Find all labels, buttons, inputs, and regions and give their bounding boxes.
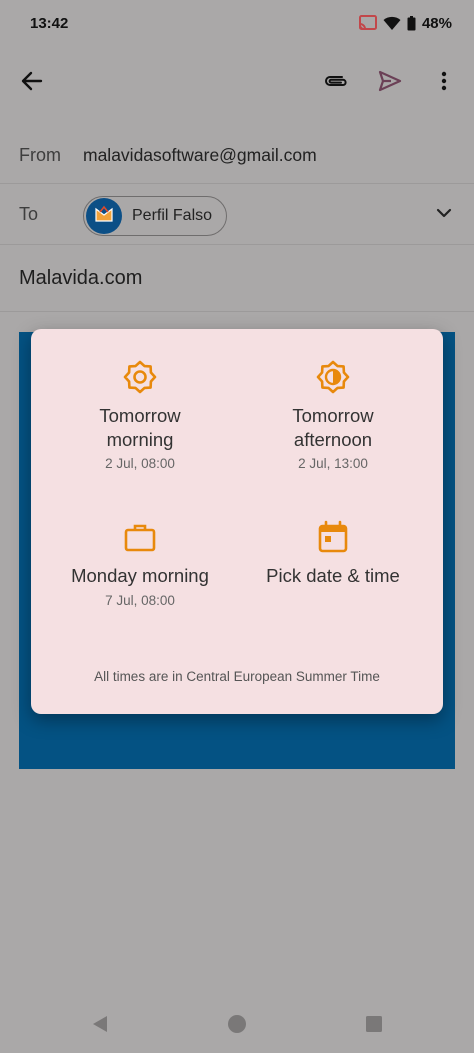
- more-vert-icon: [441, 71, 447, 96]
- compose-toolbar: [0, 56, 474, 110]
- send-button[interactable]: [368, 56, 412, 110]
- wifi-icon: [383, 16, 401, 31]
- status-icons: 48%: [358, 14, 452, 32]
- timezone-note: All times are in Central European Summer…: [94, 669, 380, 684]
- option-title: Pick date & time: [266, 565, 400, 586]
- briefcase-icon: [120, 517, 160, 557]
- back-button[interactable]: [10, 56, 54, 110]
- calendar-icon: [313, 517, 353, 557]
- to-label: To: [19, 204, 39, 224]
- battery-icon: [407, 15, 416, 31]
- avatar: [86, 198, 122, 234]
- option-title: Tomorrow afternoon: [292, 405, 374, 450]
- subject-field[interactable]: Malavida.com: [19, 267, 142, 290]
- option-tomorrow-afternoon[interactable]: Tomorrow afternoon 2 Jul, 13:00: [230, 357, 436, 471]
- triangle-back-icon: [91, 1015, 109, 1038]
- sun-icon: [120, 357, 160, 397]
- square-recents-icon: [365, 1015, 383, 1038]
- option-datetime: 7 Jul, 08:00: [105, 592, 175, 608]
- battery-percent: 48%: [421, 14, 452, 32]
- nav-recents-button[interactable]: [354, 1008, 394, 1044]
- from-field[interactable]: malavidasoftware@gmail.com: [83, 145, 317, 166]
- option-title: Monday morning: [71, 565, 209, 586]
- option-datetime: 2 Jul, 13:00: [298, 456, 368, 471]
- recipient-chip[interactable]: Perfil Falso: [83, 196, 227, 236]
- chevron-down-icon[interactable]: [436, 205, 452, 223]
- cast-icon: [358, 15, 377, 31]
- status-bar: 13:42 48%: [0, 0, 474, 46]
- half-sun-icon: [313, 357, 353, 397]
- option-tomorrow-morning[interactable]: Tomorrow morning 2 Jul, 08:00: [37, 357, 243, 471]
- option-monday-morning[interactable]: Monday morning 7 Jul, 08:00: [37, 517, 243, 608]
- nav-home-button[interactable]: [217, 1008, 257, 1044]
- from-label: From: [19, 145, 61, 165]
- send-icon: [378, 70, 402, 97]
- nav-back-button[interactable]: [80, 1008, 120, 1044]
- option-title: Tomorrow morning: [99, 405, 181, 450]
- status-time: 13:42: [30, 14, 69, 32]
- arrow-back-icon: [21, 70, 43, 97]
- paperclip-icon: [323, 73, 349, 94]
- to-row: To Perfil Falso: [0, 185, 474, 245]
- option-pick-date-time[interactable]: Pick date & time: [230, 517, 436, 588]
- attach-button[interactable]: [314, 56, 358, 110]
- subject-row: Malavida.com: [0, 246, 474, 312]
- malavida-logo-icon: [93, 203, 115, 230]
- from-row: From malavidasoftware@gmail.com: [0, 128, 474, 184]
- schedule-send-dialog: Tomorrow morning 2 Jul, 08:00 Tomorrow a…: [31, 329, 443, 714]
- system-nav-bar: [0, 1000, 474, 1053]
- option-datetime: 2 Jul, 08:00: [105, 456, 175, 471]
- recipient-name: Perfil Falso: [132, 207, 213, 224]
- circle-home-icon: [227, 1014, 247, 1039]
- more-options-button[interactable]: [422, 56, 466, 110]
